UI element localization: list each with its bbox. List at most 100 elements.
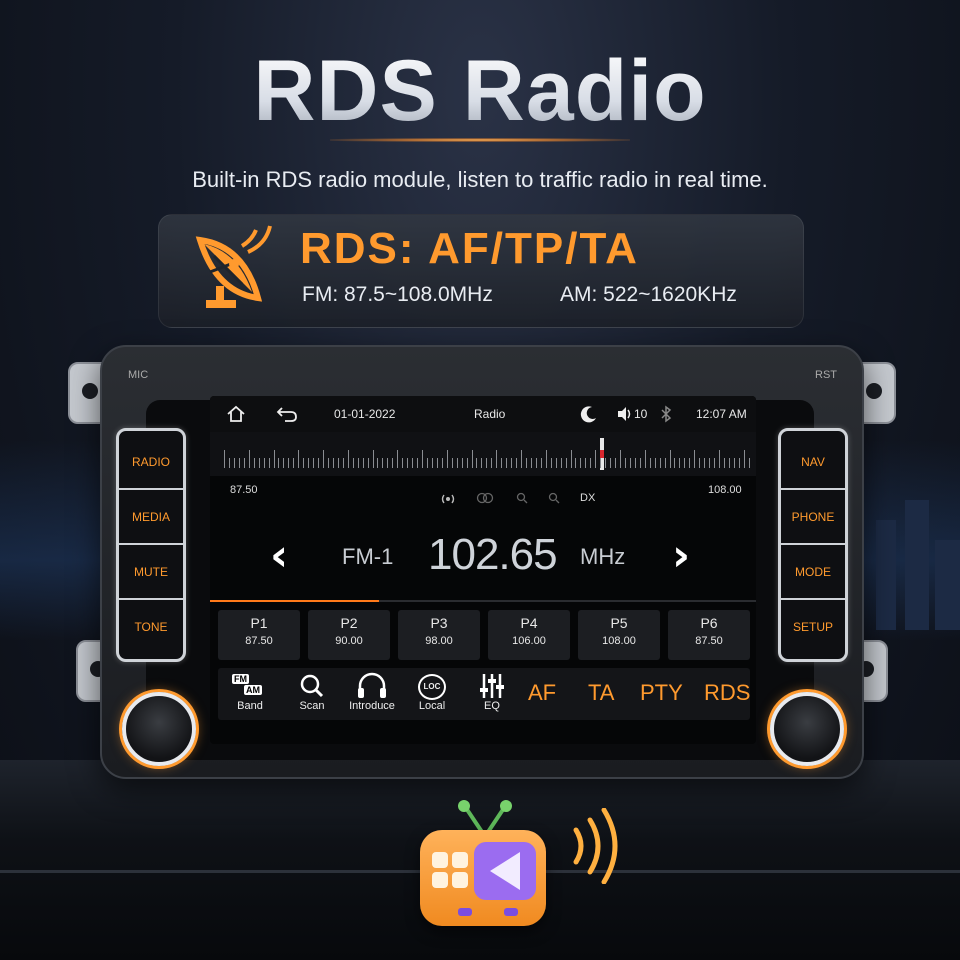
scan-button[interactable]: Scan — [284, 672, 340, 712]
scale-tick — [313, 458, 315, 468]
phone-button[interactable]: PHONE — [781, 490, 845, 545]
volume-icon[interactable] — [616, 405, 634, 423]
preset-frequency: 87.50 — [245, 635, 273, 647]
scale-tick — [451, 458, 453, 468]
scale-tick — [426, 458, 428, 468]
scale-tick — [228, 458, 230, 468]
title-underline-glow — [330, 138, 630, 142]
eq-button[interactable]: EQ — [464, 672, 520, 712]
back-icon[interactable] — [276, 405, 298, 423]
preset-list: P1 87.50 P2 90.00 P3 98.00 P4 106.00 P5 108.0… — [218, 610, 750, 660]
frequency-scale[interactable] — [210, 432, 756, 476]
scale-tick — [377, 458, 379, 468]
scale-tick — [436, 458, 438, 468]
scale-min-label: 87.50 — [230, 484, 258, 496]
volume-knob[interactable] — [122, 692, 196, 766]
scale-tick — [278, 458, 280, 468]
scale-tick — [748, 458, 750, 468]
scale-tick — [402, 458, 404, 468]
scale-tick — [506, 458, 508, 468]
af-button[interactable]: AF — [528, 680, 556, 706]
scale-tick — [332, 458, 334, 468]
preset-name: P2 — [340, 615, 358, 631]
scale-tick — [243, 458, 245, 468]
preset-button[interactable]: P6 87.50 — [668, 610, 750, 660]
mode-button[interactable]: MODE — [781, 545, 845, 600]
scale-tick — [481, 458, 483, 468]
scale-tick — [649, 458, 651, 468]
mute-button[interactable]: MUTE — [119, 545, 183, 600]
scale-tick — [525, 458, 527, 468]
scale-tick — [298, 450, 300, 468]
scale-tick — [565, 458, 567, 468]
sound-waves-icon — [573, 808, 618, 884]
scale-tick — [639, 458, 641, 468]
date-label: 01-01-2022 — [334, 407, 396, 421]
scale-tick — [224, 450, 225, 468]
rst-button[interactable]: RST — [815, 369, 837, 381]
pty-button[interactable]: PTY — [640, 680, 683, 706]
home-icon[interactable] — [226, 404, 246, 424]
headphones-icon — [358, 672, 386, 698]
scale-tick — [615, 458, 617, 468]
radio-screen: 01-01-2022 Radio 10 12:07 AM 87.50 108.0… — [210, 396, 756, 744]
scale-tick — [461, 458, 463, 468]
scale-tick — [659, 458, 661, 468]
scale-tick — [233, 458, 235, 468]
scale-tick — [689, 458, 691, 468]
preset-name: P1 — [250, 615, 268, 631]
preset-button[interactable]: P3 98.00 — [398, 610, 480, 660]
scale-tick — [288, 458, 290, 468]
chevron-right-icon[interactable]: › — [672, 526, 690, 586]
scale-tick — [654, 458, 656, 468]
scale-tick — [714, 458, 716, 468]
radio-button[interactable]: RADIO — [119, 435, 183, 490]
ta-button[interactable]: TA — [588, 680, 614, 706]
scale-tick — [600, 458, 602, 468]
scale-tick — [382, 458, 384, 468]
scale-tick — [570, 450, 572, 468]
preset-button[interactable]: P4 106.00 — [488, 610, 570, 660]
scale-tick — [719, 450, 720, 468]
scale-tick — [501, 458, 503, 468]
scale-tick — [634, 458, 636, 468]
rds-button[interactable]: RDS — [704, 680, 750, 706]
media-button[interactable]: MEDIA — [119, 490, 183, 545]
scale-tick — [491, 458, 493, 468]
dx-label[interactable]: DX — [580, 492, 595, 504]
band-icon: FM AM — [222, 672, 278, 700]
band-button[interactable]: FM AM Band — [222, 672, 278, 712]
tune-knob[interactable] — [770, 692, 844, 766]
night-mode-icon[interactable] — [580, 405, 598, 423]
search-icon — [516, 492, 528, 504]
satellite-dish-icon — [195, 225, 272, 308]
scale-tick — [684, 458, 686, 468]
scale-tick — [560, 458, 562, 468]
chevron-left-icon[interactable]: ‹ — [270, 526, 288, 586]
scale-tick — [709, 458, 711, 468]
scale-tick — [521, 450, 522, 468]
local-button[interactable]: LOC Local — [404, 672, 460, 712]
scale-tick — [555, 458, 557, 468]
scale-tick — [728, 458, 730, 468]
clock: 12:07 AM — [696, 407, 747, 421]
preset-button[interactable]: P1 87.50 — [218, 610, 300, 660]
scale-tick — [699, 458, 701, 468]
scale-tick — [417, 458, 419, 468]
nav-button[interactable]: NAV — [781, 435, 845, 490]
bluetooth-icon — [661, 405, 672, 423]
scale-max-label: 108.00 — [708, 484, 742, 496]
mic-label: MIC — [128, 369, 149, 381]
setup-button[interactable]: SETUP — [781, 600, 845, 653]
scale-tick — [347, 450, 349, 468]
scale-tick — [585, 458, 587, 468]
preset-button[interactable]: P2 90.00 — [308, 610, 390, 660]
preset-button[interactable]: P5 108.00 — [578, 610, 660, 660]
scale-tick — [412, 458, 414, 468]
scale-tick — [669, 450, 671, 468]
preset-frequency: 87.50 — [695, 635, 723, 647]
scale-tick — [624, 458, 626, 468]
scale-tick — [674, 458, 676, 468]
introduce-button[interactable]: Introduce — [344, 672, 400, 712]
tone-button[interactable]: TONE — [119, 600, 183, 653]
